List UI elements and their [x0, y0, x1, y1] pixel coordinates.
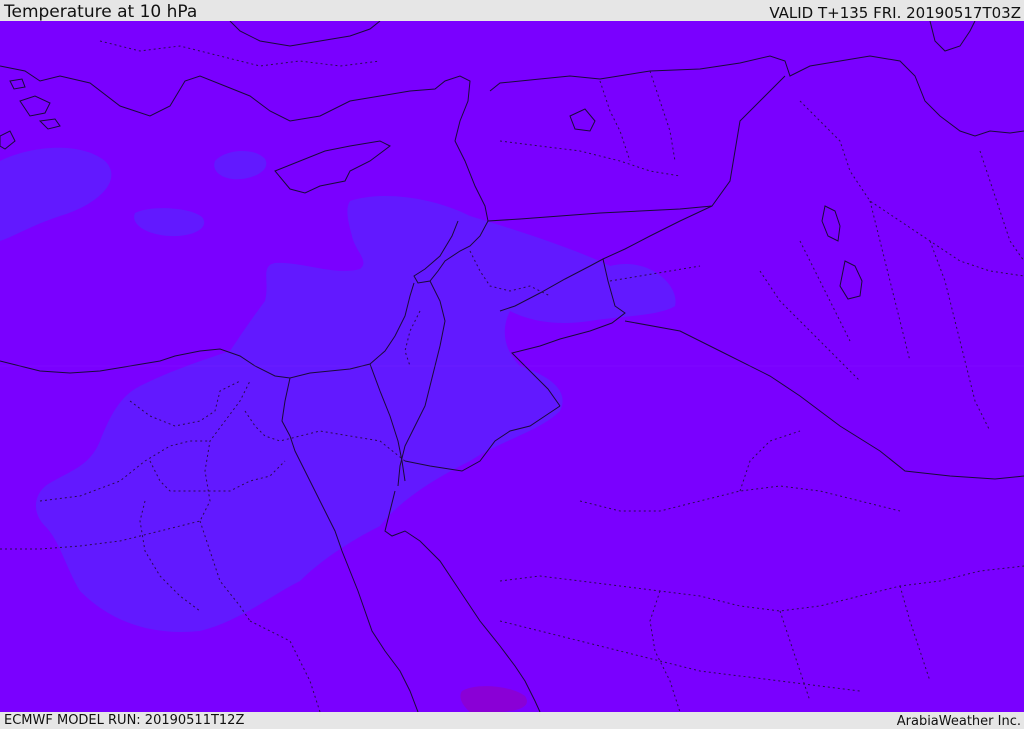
header-bar: Temperature at 10 hPa VALID T+135 FRI. 2… — [0, 0, 1024, 22]
credit-label: ArabiaWeather Inc. — [896, 714, 1021, 729]
footer-bar: ECMWF MODEL RUN: 20190511T12Z ArabiaWeat… — [0, 712, 1024, 729]
map-title: Temperature at 10 hPa — [4, 2, 198, 22]
valid-time: VALID T+135 FRI. 20190517T03Z — [769, 4, 1021, 22]
temperature-map[interactable] — [0, 21, 1024, 712]
model-run-label: ECMWF MODEL RUN: 20190511T12Z — [4, 713, 245, 728]
map-canvas — [0, 21, 1024, 712]
